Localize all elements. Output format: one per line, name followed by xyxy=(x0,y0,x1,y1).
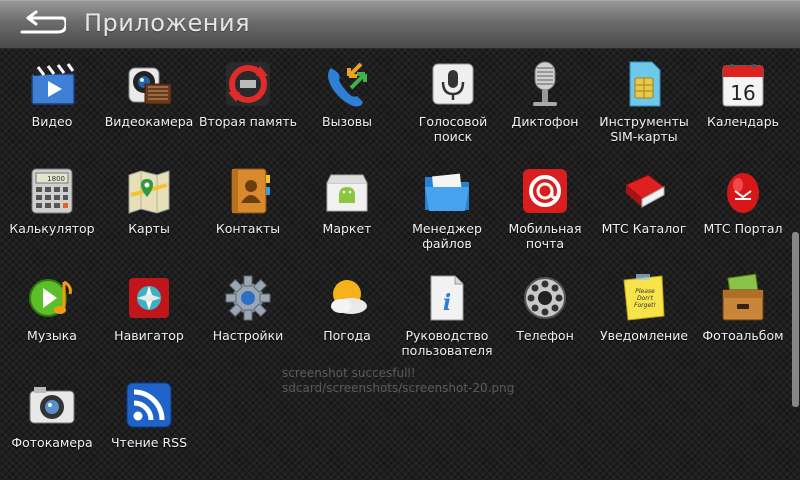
second-memory-icon xyxy=(222,58,274,110)
app-label: Контакты xyxy=(215,221,281,236)
sticky-note-icon: Please Don't Forget! xyxy=(618,272,670,324)
scrollbar[interactable] xyxy=(792,232,799,407)
app-label: Погода xyxy=(323,328,371,343)
app-label: Менеджер файлов xyxy=(412,221,482,251)
app-label: Календарь xyxy=(707,114,779,129)
app-maps[interactable]: Карты xyxy=(97,159,201,259)
app-sim-tools[interactable]: Инструменты SIM-карты xyxy=(592,52,696,152)
back-button[interactable] xyxy=(8,8,70,40)
app-dictaphone[interactable]: Диктофон xyxy=(493,52,597,152)
back-arrow-icon xyxy=(20,10,66,34)
photo-camera-icon xyxy=(26,379,78,431)
map-icon xyxy=(123,165,175,217)
market-bag-icon xyxy=(321,165,373,217)
music-play-icon xyxy=(26,272,78,324)
screenshot-toast: screenshot succesfull! sdcard/screenshot… xyxy=(282,366,515,395)
rotary-phone-icon xyxy=(519,272,571,324)
app-label: Вызовы xyxy=(322,114,372,129)
app-label: Уведомление xyxy=(599,328,689,343)
app-label: Вторая память xyxy=(198,114,298,129)
action-bar: Приложения xyxy=(0,0,800,49)
page-title: Приложения xyxy=(84,9,251,37)
folder-icon xyxy=(421,165,473,217)
calendar-icon: 16 xyxy=(717,58,769,110)
app-label: Фотокамера xyxy=(11,435,93,450)
sim-card-icon xyxy=(618,58,670,110)
app-label: Руководство пользователя xyxy=(401,328,493,358)
calendar-day-number: 16 xyxy=(730,81,755,105)
calls-icon xyxy=(321,58,373,110)
sticky-note-text: Please Don't Forget! xyxy=(634,288,656,309)
app-rss-reader[interactable]: Чтение RSS xyxy=(97,373,201,473)
app-photo-camera[interactable]: Фотокамера xyxy=(0,373,104,473)
app-phone[interactable]: Телефон xyxy=(493,266,597,366)
app-label: Чтение RSS xyxy=(110,435,188,450)
app-navigator[interactable]: Навигатор xyxy=(97,266,201,366)
app-calculator[interactable]: 1800 Калькулятор xyxy=(0,159,104,259)
app-notification[interactable]: Please Don't Forget! Уведомление xyxy=(592,266,696,366)
calculator-icon: 1800 xyxy=(26,165,78,217)
mobile-mail-icon xyxy=(519,165,571,217)
camcorder-icon xyxy=(123,58,175,110)
app-file-manager[interactable]: Менеджер файлов xyxy=(395,159,499,259)
app-label: Калькулятор xyxy=(9,221,95,236)
app-label: Навигатор xyxy=(114,328,184,343)
app-label: МТС Каталог xyxy=(601,221,687,236)
app-label: Настройки xyxy=(212,328,284,343)
app-calendar[interactable]: 16 Календарь xyxy=(691,52,795,152)
app-label: МТС Портал xyxy=(703,221,783,236)
app-label: Видео xyxy=(31,114,73,129)
app-label: Видеокамера xyxy=(104,114,194,129)
app-contacts[interactable]: Контакты xyxy=(196,159,300,259)
app-label: Голосовой поиск xyxy=(418,114,488,144)
rss-icon xyxy=(123,379,175,431)
app-label: Диктофон xyxy=(511,114,579,129)
app-label: Фотоальбом xyxy=(702,328,784,343)
studio-microphone-icon xyxy=(519,58,571,110)
app-voice-search[interactable]: Голосовой поиск xyxy=(401,52,505,152)
app-label: Карты xyxy=(128,221,170,236)
app-second-memory[interactable]: Вторая память xyxy=(196,52,300,152)
microphone-icon xyxy=(427,58,479,110)
app-settings[interactable]: Настройки xyxy=(196,266,300,366)
navigator-compass-icon xyxy=(123,272,175,324)
app-calls[interactable]: Вызовы xyxy=(295,52,399,152)
app-mts-portal[interactable]: МТС Портал xyxy=(691,159,795,259)
app-mts-catalog[interactable]: МТС Каталог xyxy=(592,159,696,259)
mts-catalog-book-icon xyxy=(618,165,670,217)
weather-sun-cloud-icon xyxy=(321,272,373,324)
app-photo-album[interactable]: Фотоальбом xyxy=(691,266,795,366)
app-music[interactable]: Музыка xyxy=(0,266,104,366)
app-mobile-mail[interactable]: Мобильная почта xyxy=(493,159,597,259)
app-camcorder[interactable]: Видеокамера xyxy=(97,52,201,152)
user-guide-info-icon: i xyxy=(421,272,473,324)
contacts-book-icon xyxy=(222,165,274,217)
app-label: Инструменты SIM-карты xyxy=(599,114,689,144)
app-label: Телефон xyxy=(516,328,574,343)
app-market[interactable]: Маркет xyxy=(295,159,399,259)
gear-icon xyxy=(222,272,274,324)
info-glyph: i xyxy=(443,290,451,316)
app-label: Музыка xyxy=(27,328,77,343)
app-user-guide[interactable]: i Руководство пользователя xyxy=(395,266,499,366)
app-label: Мобильная почта xyxy=(508,221,582,251)
mts-portal-egg-icon xyxy=(717,165,769,217)
calculator-display: 1800 xyxy=(47,175,65,183)
photo-album-box-icon xyxy=(717,272,769,324)
video-clapper-icon xyxy=(26,58,78,110)
app-weather[interactable]: Погода xyxy=(295,266,399,366)
app-label: Маркет xyxy=(322,221,372,236)
app-video[interactable]: Видео xyxy=(0,52,104,152)
